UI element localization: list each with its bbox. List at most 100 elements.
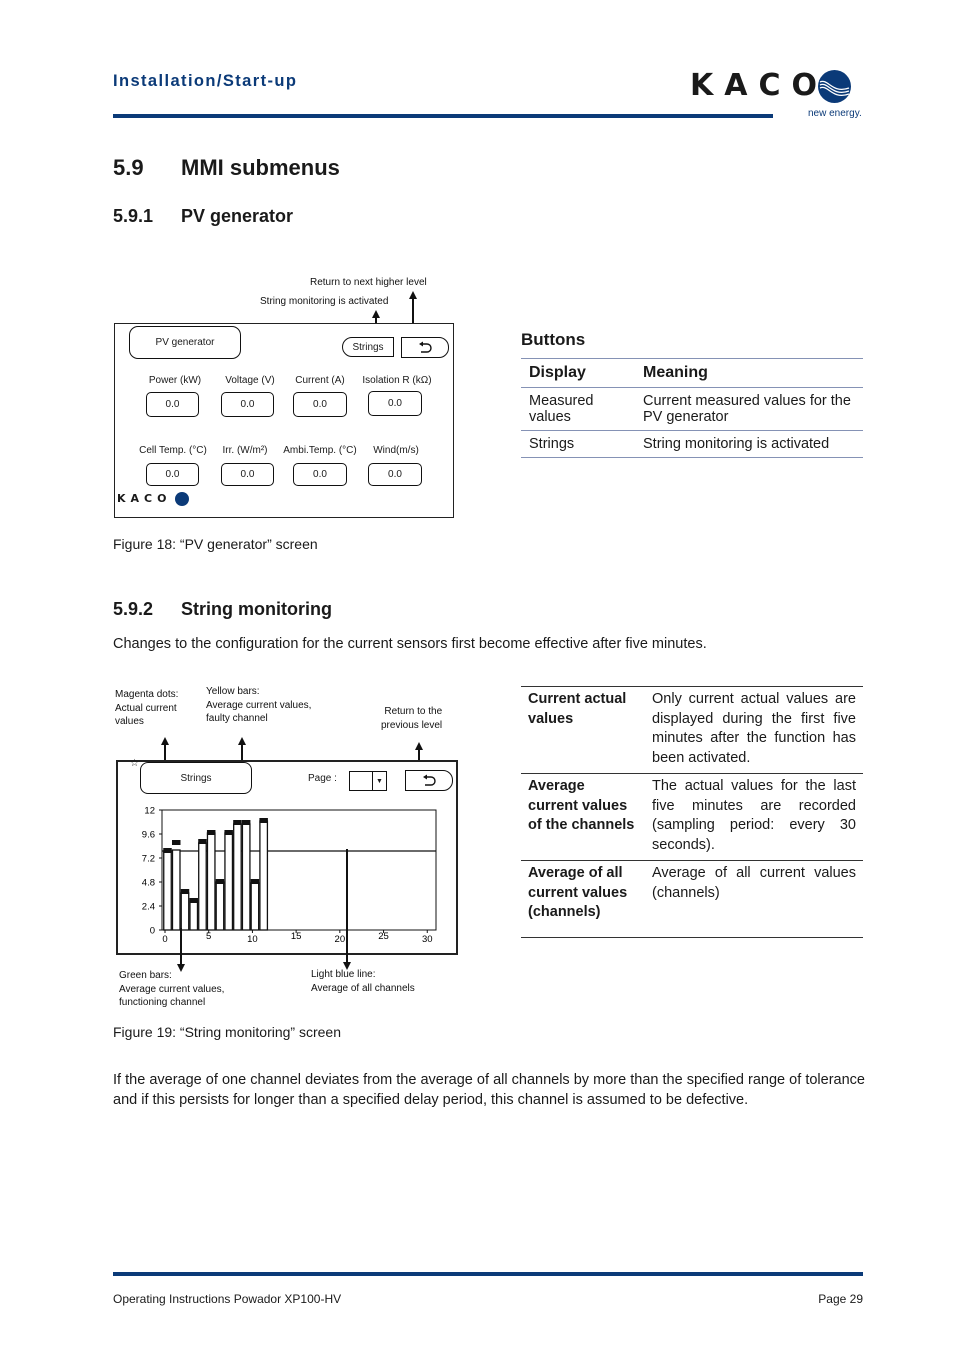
actual-current-dot: [224, 830, 233, 835]
actual-current-dot: [198, 839, 207, 844]
table-cell: Measured values: [521, 387, 635, 431]
dropdown-arrow-icon: ▼: [376, 777, 383, 785]
manual-page: Installation/Start-up KACO new energy. 5…: [0, 0, 954, 1350]
annotation-green-bars: Green bars: Average current values, func…: [119, 969, 224, 1010]
field-label-current: Current (A): [295, 375, 345, 386]
annotation-line: Yellow bars:: [206, 686, 260, 697]
string-monitoring-screen: ☆ Strings Page : ▼ 0 2.4 4.8 7.2 9.6 12 0 5 10 15…: [116, 758, 458, 955]
table-cell-key: Average current values of the channels: [521, 773, 645, 861]
page-select[interactable]: ▼: [349, 771, 387, 791]
subsection-title: PV generator: [181, 206, 294, 226]
average-current-bar: [224, 832, 234, 931]
annotation-line: values: [115, 716, 144, 727]
y-tick-label: 9.6: [142, 830, 155, 841]
string-current-chart: 0 2.4 4.8 7.2 9.6 12 0 5 10 15 20 25 30: [142, 806, 437, 945]
annotation-line: functioning channel: [119, 997, 206, 1008]
field-value-current: 0.0: [293, 392, 347, 417]
y-tick-label: 0: [150, 926, 155, 937]
table-row: Average current values of the channels T…: [521, 773, 863, 861]
subsection-number: 5.9.1: [113, 206, 154, 226]
actual-current-dot: [206, 830, 216, 835]
field-value-isolation: 0.0: [368, 391, 422, 416]
field-label-wind: Wind(m/s): [373, 445, 419, 456]
table-cell: String monitoring is activated: [635, 430, 863, 458]
field-value-voltage: 0.0: [221, 392, 274, 417]
string-legend-table: Current actual values Only current actua…: [521, 686, 863, 938]
section-heading: 5.9 MMI submenus: [113, 155, 340, 181]
strings-title-button[interactable]: Strings: [140, 762, 252, 794]
actual-current-dot: [215, 879, 225, 884]
table-row: Strings String monitoring is activated: [521, 430, 863, 458]
kaco-wave-logo-icon: [175, 492, 189, 506]
field-value-cell-temp: 0.0: [146, 463, 199, 486]
arrow-up-icon: [372, 310, 380, 318]
annotation-line: Average current values,: [206, 699, 312, 711]
annotation-line: previous level: [381, 719, 443, 731]
actual-current-dot: [171, 840, 181, 845]
x-tick-label: 5: [206, 931, 211, 942]
annotation-line: faulty channel: [206, 713, 268, 724]
footer-page-number: Page 29: [818, 1292, 863, 1306]
actual-current-dot: [259, 818, 268, 823]
average-current-bar: [233, 823, 242, 931]
footer-document-title: Operating Instructions Powador XP100-HV: [113, 1292, 342, 1306]
average-current-bar: [215, 881, 225, 931]
y-tick-label: 2.4: [142, 902, 155, 913]
string-monitoring-intro: Changes to the configuration for the cur…: [113, 636, 707, 652]
actual-current-dot: [180, 889, 190, 894]
actual-current-dot: [241, 820, 251, 825]
annotation-line: Return to the: [384, 706, 443, 717]
subsection-heading-strings: 5.9.2 String monitoring: [113, 599, 332, 620]
annotation-light-blue-line: Light blue line: Average of all channels: [311, 968, 415, 995]
y-tick-label: 4.8: [142, 878, 155, 889]
average-current-bar: [180, 892, 190, 931]
annotation-return-higher-level: Return to next higher level: [310, 277, 427, 288]
table-cell-value: The actual values for the last five minu…: [645, 773, 863, 861]
subsection-title: String monitoring: [181, 599, 332, 619]
strings-button[interactable]: Strings: [342, 337, 394, 357]
y-tick-label: 7.2: [142, 854, 155, 865]
subsection-number: 5.9.2: [113, 599, 154, 619]
header-rule: [113, 114, 773, 118]
annotation-line: Average current values,: [119, 983, 225, 995]
arrow-up-icon: [409, 291, 417, 299]
table-row: Measured values Current measured values …: [521, 387, 863, 431]
arrow-line: [180, 928, 182, 968]
x-tick-label: 10: [247, 934, 258, 945]
return-arrow-icon: [419, 341, 432, 353]
section-title: MMI submenus: [181, 155, 340, 180]
kaco-logo-text: KACO: [690, 68, 828, 103]
actual-current-dot: [163, 848, 172, 853]
section-number: 5.9: [113, 155, 144, 180]
x-tick-label: 15: [291, 931, 302, 942]
average-current-bar: [259, 820, 269, 931]
average-current-bar: [163, 850, 172, 931]
average-current-bar: [250, 882, 260, 931]
annotation-line: Actual current: [115, 702, 177, 714]
field-value-ambient-temp: 0.0: [293, 463, 347, 486]
return-arrow-icon: [423, 774, 436, 786]
table-cell-value: Average of all current values (channels): [645, 860, 863, 938]
table-row: Current actual values Only current actua…: [521, 686, 863, 774]
x-tick-label: 0: [162, 934, 167, 945]
table-cell: Current measured values for the PV gener…: [635, 387, 863, 431]
arrow-up-icon: [161, 737, 169, 745]
field-value-power: 0.0: [146, 392, 199, 417]
return-button[interactable]: [405, 770, 453, 791]
average-current-bar: [198, 842, 207, 931]
x-tick-label: 25: [378, 931, 389, 942]
arrow-up-icon: [238, 737, 246, 745]
table-header-row: Display Meaning: [521, 358, 863, 388]
actual-current-dot: [189, 898, 198, 903]
annotation-yellow-bars: Yellow bars: Average current values, fau…: [206, 685, 311, 726]
field-label-voltage: Voltage (V): [225, 375, 275, 386]
annotation-line: Average of all channels: [311, 982, 415, 994]
header-section-title: Installation/Start-up: [113, 72, 298, 90]
pv-generator-title-button[interactable]: PV generator: [129, 326, 241, 359]
average-current-bar: [171, 849, 181, 931]
field-label-cell-temp: Cell Temp. (°C): [139, 445, 207, 456]
return-button[interactable]: [401, 337, 449, 358]
buttons-table-title: Buttons: [521, 330, 586, 349]
average-current-bar: [189, 900, 199, 931]
page-label: Page :: [308, 773, 337, 784]
